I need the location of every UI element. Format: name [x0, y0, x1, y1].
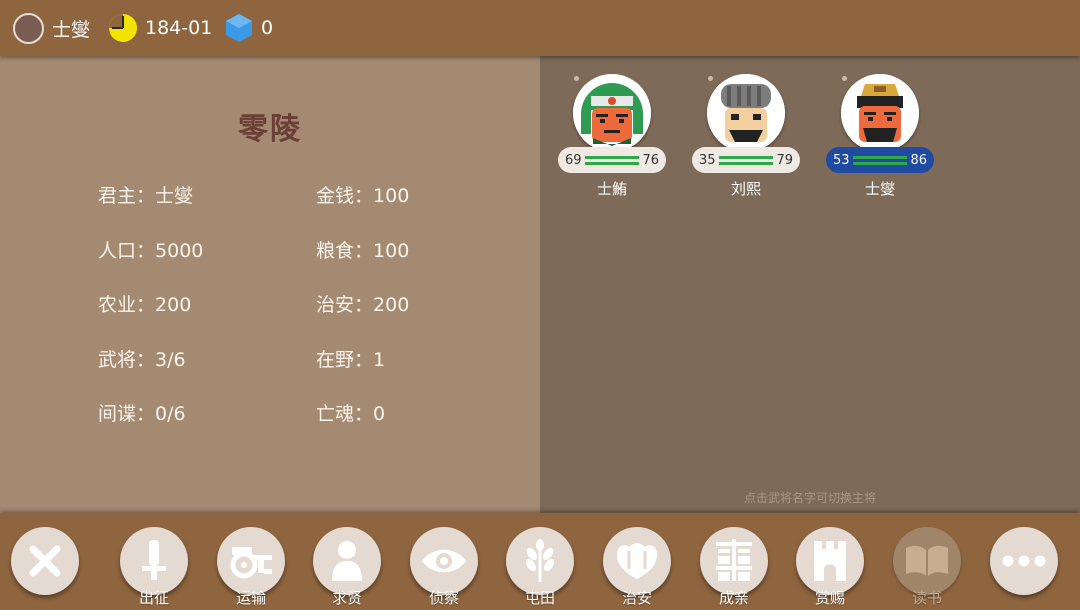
read-button[interactable]: 读书: [893, 527, 961, 610]
stat-bars: [853, 155, 907, 165]
more-icon: [1002, 555, 1046, 567]
city-name: 零陵: [238, 112, 302, 147]
lord-indicator[interactable]: 士燮: [13, 12, 90, 44]
status-dot: [574, 76, 579, 81]
general-portrait[interactable]: [841, 74, 919, 152]
march-button[interactable]: 出征: [120, 527, 188, 610]
date-indicator: 184-01: [108, 12, 212, 44]
stat-agriculture: 农业200: [98, 290, 191, 317]
date-text: 184-01: [145, 17, 213, 39]
general-name[interactable]: 刘熙: [692, 178, 800, 199]
lord-avatar-icon: [13, 12, 44, 44]
general-portrait[interactable]: [573, 74, 651, 152]
stat-food: 粮食100: [316, 236, 409, 263]
shield-icon: [617, 543, 657, 579]
hint-text: 点击武将名字可切换主将: [743, 491, 876, 505]
double-happiness-icon: [716, 539, 752, 581]
stat-population: 人口5000: [98, 236, 203, 263]
general-card[interactable]: 69 76 士鮪: [558, 72, 668, 202]
generals-panel: 69 76 士鮪 35 79 刘熙 53 86 士燮 点击武将名字可切换主将: [540, 56, 1080, 513]
city-info-panel: 零陵 君主士燮 金钱100 人口5000 粮食100 农业200 治安200 武…: [0, 56, 540, 513]
stat-souls: 亡魂0: [316, 399, 385, 426]
status-dot: [708, 76, 713, 81]
reward-button[interactable]: 赏赐: [796, 527, 864, 610]
calendar-pie-icon: [109, 14, 137, 42]
cart-icon: [230, 547, 272, 579]
book-icon: [906, 545, 948, 576]
stat-bars: [585, 155, 639, 165]
lord-name: 士燮: [52, 18, 91, 41]
grey-hat-face-icon: [707, 74, 785, 152]
close-icon: [29, 545, 61, 577]
bottom-toolbar: 出征 运输 求贤 侦察 屯田 治安 成亲 赏赐 读书: [0, 513, 1080, 610]
recruit-button[interactable]: 求贤: [313, 527, 381, 610]
farm-button[interactable]: 屯田: [506, 527, 574, 610]
stat-generals: 武将3/6: [98, 345, 186, 372]
gold-crown-face-icon: [841, 74, 919, 152]
gem-hexagon-icon: [226, 14, 252, 42]
general-stat-pill: 53 86: [826, 147, 934, 173]
top-bar: 士燮 184-01 0: [0, 0, 1080, 56]
wheat-icon: [525, 539, 555, 582]
gem-indicator[interactable]: 0: [225, 12, 273, 44]
general-name[interactable]: 士燮: [826, 178, 934, 199]
general-card-selected[interactable]: 53 86 士燮: [826, 72, 936, 202]
transport-button[interactable]: 运输: [217, 527, 285, 610]
general-portrait[interactable]: [707, 74, 785, 152]
stat-ruler: 君主士燮: [98, 181, 193, 208]
more-button[interactable]: [990, 527, 1058, 610]
green-helmet-face-icon: [573, 74, 651, 152]
stat-gold: 金钱100: [316, 181, 409, 208]
scout-button[interactable]: 侦察: [410, 527, 478, 610]
eye-icon: [422, 549, 466, 573]
marry-button[interactable]: 成亲: [700, 527, 768, 610]
security-button[interactable]: 治安: [603, 527, 671, 610]
general-stat-pill: 35 79: [692, 147, 800, 173]
general-card[interactable]: 35 79 刘熙: [692, 72, 802, 202]
gem-count: 0: [261, 17, 274, 39]
person-icon: [332, 541, 362, 581]
stat-bars: [719, 155, 773, 165]
sword-icon: [142, 540, 166, 580]
stat-wanderers: 在野1: [316, 345, 385, 372]
stat-security: 治安200: [316, 290, 409, 317]
close-button[interactable]: [11, 527, 79, 610]
status-dot: [842, 76, 847, 81]
stat-spies: 间谍0/6: [98, 399, 186, 426]
general-name[interactable]: 士鮪: [558, 178, 666, 199]
general-stat-pill: 69 76: [558, 147, 666, 173]
castle-icon: [814, 541, 846, 581]
